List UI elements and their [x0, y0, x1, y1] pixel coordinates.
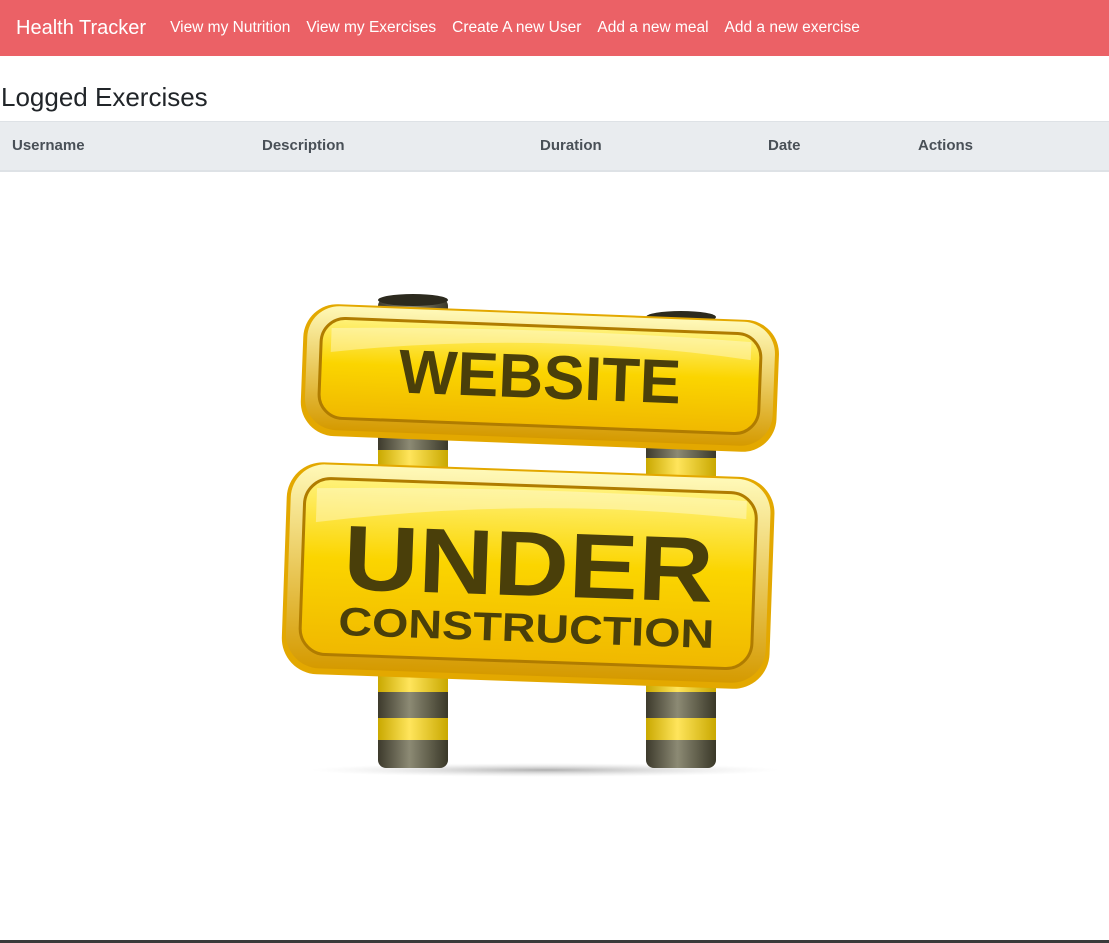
table-header-row: Username Description Duration Date Actio… — [0, 121, 1109, 172]
table-header: Username Description Duration Date Actio… — [0, 121, 1109, 172]
sign-top-text: WEBSITE — [397, 338, 682, 418]
exercises-table: Username Description Duration Date Actio… — [0, 121, 1109, 172]
nav-link-create-user[interactable]: Create A new User — [452, 19, 581, 37]
nav-link-add-meal[interactable]: Add a new meal — [597, 19, 708, 37]
top-navbar: Health Tracker View my Nutrition View my… — [0, 0, 1109, 56]
nav-link-view-exercises[interactable]: View my Exercises — [306, 19, 436, 37]
under-construction-sign: UNDER CONSTRUCTION — [281, 462, 775, 689]
nav-link-view-nutrition[interactable]: View my Nutrition — [170, 19, 290, 37]
column-header-duration: Duration — [528, 121, 756, 172]
page-title: Logged Exercises — [1, 82, 208, 112]
column-header-actions: Actions — [906, 121, 1109, 172]
website-sign: WEBSITE — [300, 304, 779, 452]
brand-link[interactable]: Health Tracker — [16, 17, 146, 40]
column-header-date: Date — [756, 121, 906, 172]
column-header-username: Username — [0, 121, 250, 172]
under-construction-sign-icon: WEBSITE UNDER CONSTRUCTION — [270, 290, 790, 785]
column-header-description: Description — [250, 121, 528, 172]
nav-link-add-exercise[interactable]: Add a new exercise — [725, 19, 860, 37]
